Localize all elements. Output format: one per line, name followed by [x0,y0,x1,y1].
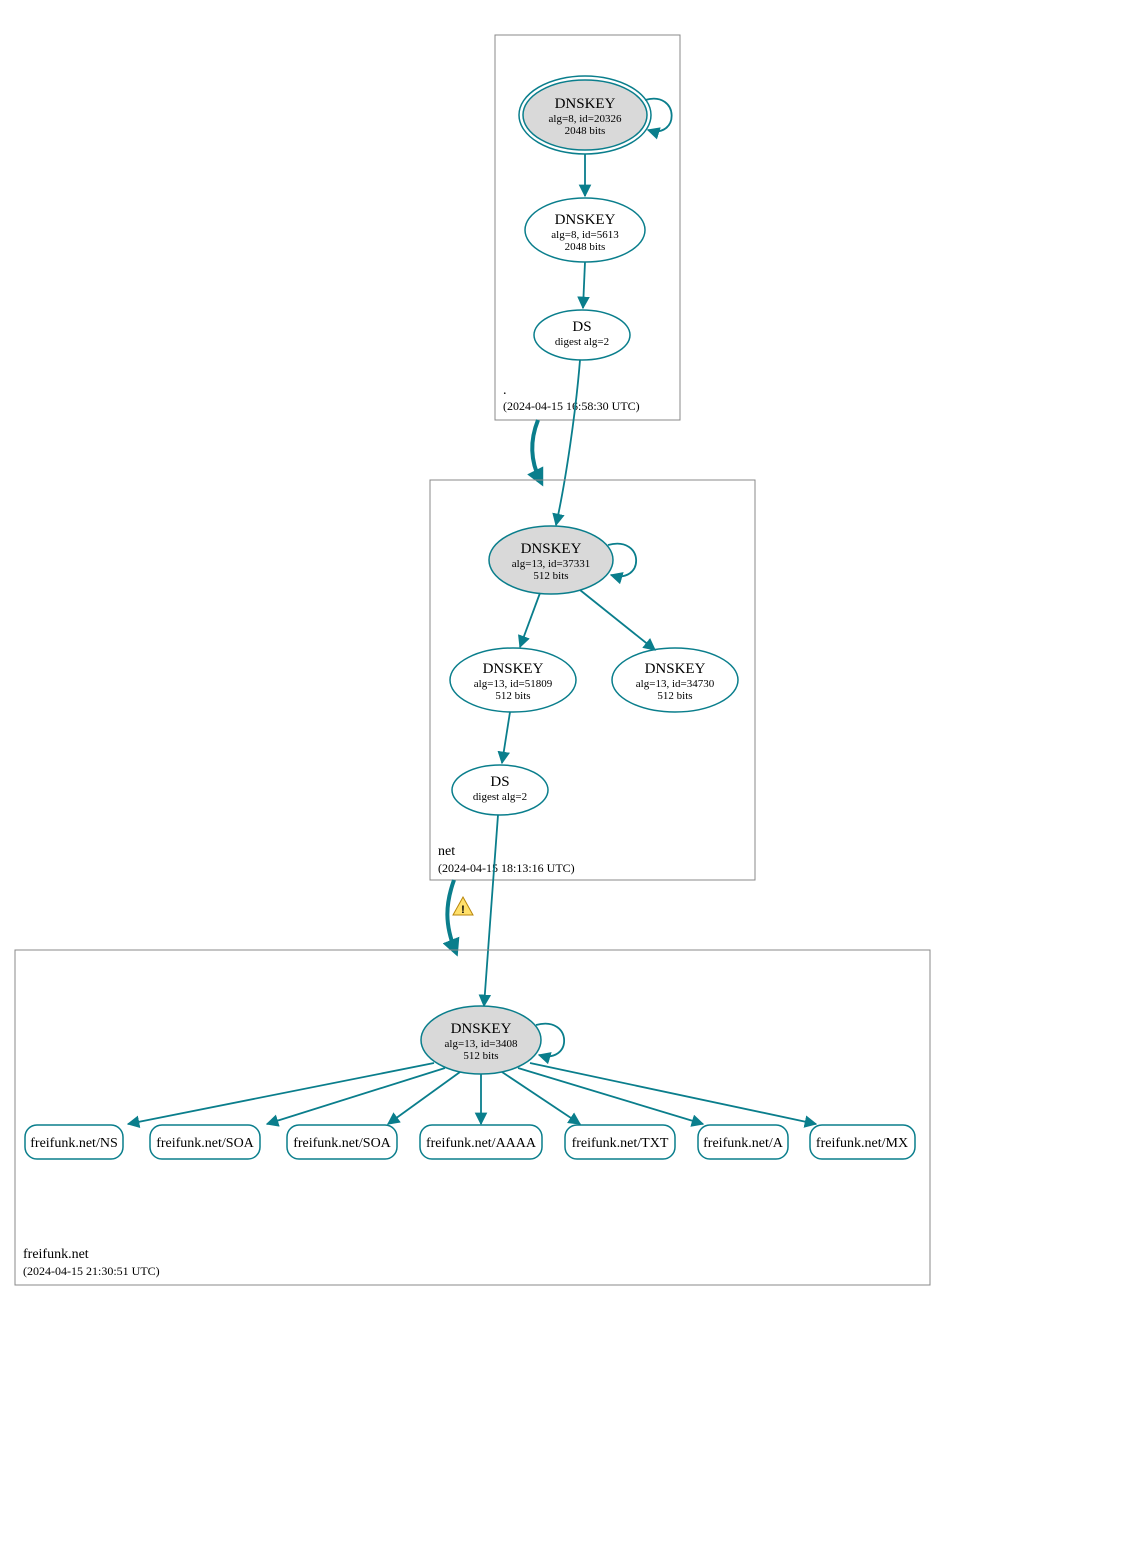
node-line1: alg=13, id=34730 [636,678,715,690]
zone-label-freifunk: freifunk.net [23,1247,89,1262]
edge-ksk-to-soa2 [388,1072,460,1124]
node-root-dnskey-ksk: DNSKEY alg=8, id=20326 2048 bits [519,76,651,154]
node-line1: digest alg=2 [555,336,609,348]
node-rrset-ns: freifunk.net/NS [25,1125,123,1159]
node-line2: 512 bits [657,690,692,702]
edge-rootbox-to-net-ksk [532,420,540,480]
rrset-label: freifunk.net/TXT [572,1136,669,1151]
rrset-label: freifunk.net/A [703,1136,784,1151]
node-net-dnskey-zsk-right: DNSKEY alg=13, id=34730 512 bits [612,648,738,712]
node-line2: 512 bits [533,570,568,582]
edge-ksk-to-a [518,1068,703,1124]
dnssec-graph: . (2024-04-15 16:58:30 UTC) DNSKEY alg=8… [0,0,1129,1552]
rrset-label: freifunk.net/AAAA [426,1136,537,1151]
node-line2: 2048 bits [565,125,606,137]
node-rrset-mx: freifunk.net/MX [810,1125,915,1159]
node-freifunk-dnskey-ksk: DNSKEY alg=13, id=3408 512 bits [421,1006,541,1074]
rrset-label: freifunk.net/SOA [156,1136,254,1151]
node-root-ds: DS digest alg=2 [534,310,630,360]
node-rrset-txt: freifunk.net/TXT [565,1125,675,1159]
node-rrset-soa-2: freifunk.net/SOA [287,1125,397,1159]
node-title: DNSKEY [555,96,616,112]
node-rrset-soa-1: freifunk.net/SOA [150,1125,260,1159]
zone-timestamp-freifunk: (2024-04-15 21:30:51 UTC) [23,1264,160,1278]
node-title: DNSKEY [645,661,706,677]
node-title: DNSKEY [521,541,582,557]
rrset-label: freifunk.net/SOA [293,1136,391,1151]
node-line1: alg=8, id=5613 [551,229,619,241]
zone-label-root: . [503,383,507,398]
node-rrset-aaaa: freifunk.net/AAAA [420,1125,542,1159]
zone-timestamp-net: (2024-04-15 18:13:16 UTC) [438,861,575,875]
rrset-label: freifunk.net/MX [816,1136,908,1151]
svg-text:!: ! [461,904,465,916]
node-net-dnskey-ksk: DNSKEY alg=13, id=37331 512 bits [489,526,613,594]
node-line2: 2048 bits [565,241,606,253]
node-line1: alg=8, id=20326 [549,113,622,125]
node-title: DNSKEY [483,661,544,677]
node-title: DNSKEY [451,1021,512,1037]
warning-icon: ! [453,897,473,916]
edge-root-zsk-to-ds [583,262,585,308]
edge-net-ksk-to-zsk2 [580,590,655,650]
zone-timestamp-root: (2024-04-15 16:58:30 UTC) [503,399,640,413]
node-title: DNSKEY [555,212,616,228]
edge-ksk-to-soa1 [267,1068,445,1124]
edge-net-zsk1-to-ds [502,712,510,763]
node-line2: 512 bits [495,690,530,702]
node-net-ds: DS digest alg=2 [452,765,548,815]
node-title: DS [490,774,509,790]
node-line2: 512 bits [463,1050,498,1062]
node-line1: alg=13, id=37331 [512,558,590,570]
node-rrset-a: freifunk.net/A [698,1125,788,1159]
rrset-label: freifunk.net/NS [30,1136,117,1151]
zone-box-freifunk [15,950,930,1285]
node-line1: alg=13, id=3408 [445,1038,518,1050]
node-line1: alg=13, id=51809 [474,678,553,690]
node-net-dnskey-zsk-left: DNSKEY alg=13, id=51809 512 bits [450,648,576,712]
node-root-dnskey-zsk: DNSKEY alg=8, id=5613 2048 bits [525,198,645,262]
edge-net-ds-to-freifunk-ksk [484,815,498,1006]
node-title: DS [572,319,591,335]
edge-root-ds-to-net-ksk [556,360,580,525]
edge-net-ksk-to-zsk1 [520,593,540,647]
edge-ksk-to-txt [502,1072,580,1124]
node-line1: digest alg=2 [473,791,527,803]
zone-label-net: net [438,844,455,859]
edge-ksk-to-ns [128,1063,434,1124]
